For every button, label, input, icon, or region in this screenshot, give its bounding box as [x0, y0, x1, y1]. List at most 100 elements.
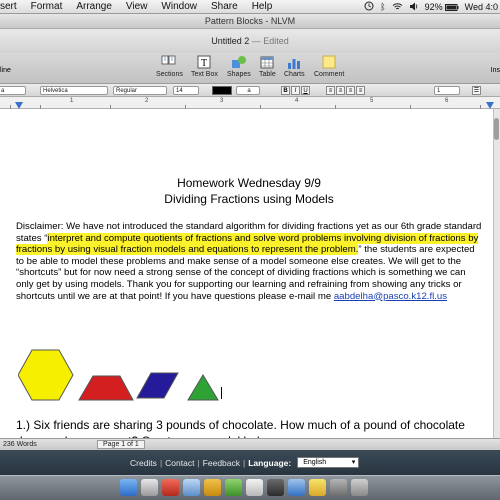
homework-subtitle: Dividing Fractions using Models	[164, 192, 334, 206]
preview-icon[interactable]	[141, 479, 158, 496]
safari-icon[interactable]	[288, 479, 305, 496]
browser-window-title: Pattern Blocks - NLVM	[0, 14, 500, 29]
table-button[interactable]: Table	[259, 54, 276, 78]
line-spacing-select[interactable]: 1	[434, 86, 460, 95]
language-select[interactable]: English	[297, 457, 360, 468]
menu-share[interactable]: Share	[204, 1, 245, 12]
svg-text:T: T	[201, 58, 207, 69]
align-center-button[interactable]: ≡	[336, 86, 345, 95]
red-trapezoid[interactable]	[78, 375, 134, 401]
align-right-button[interactable]: ≡	[346, 86, 355, 95]
shapes-icon	[231, 54, 247, 70]
itunes-icon[interactable]	[267, 479, 284, 496]
toolbar-left-label[interactable]: line	[0, 67, 11, 74]
website-footer: Credits | Contact | Feedback | Language:…	[0, 450, 500, 475]
document-body[interactable]: Homework Wednesday 9/9 Dividing Fraction…	[16, 175, 482, 302]
footer-links: Credits | Contact | Feedback | Language:…	[130, 457, 360, 468]
menu-format[interactable]: Format	[24, 1, 70, 12]
sections-button[interactable]: Sections	[156, 54, 183, 78]
table-label: Table	[259, 71, 276, 78]
text-box-button[interactable]: T Text Box	[191, 54, 218, 78]
bullets-button[interactable]: ☰	[472, 86, 481, 95]
footer-separator: |	[243, 457, 246, 468]
dock	[0, 475, 500, 500]
facetime-icon[interactable]	[225, 479, 242, 496]
charts-button[interactable]: Charts	[284, 54, 305, 78]
document-edited-status: — Edited	[251, 36, 289, 46]
yellow-hexagon[interactable]	[18, 349, 74, 401]
menu-clock[interactable]: Wed 4:0	[465, 2, 498, 12]
right-indent-marker-icon[interactable]	[486, 102, 494, 109]
charts-icon	[286, 54, 302, 70]
acrobat-icon[interactable]	[162, 479, 179, 496]
menu-view[interactable]: View	[119, 1, 155, 12]
contact-link[interactable]: Contact	[165, 458, 194, 468]
menu-window[interactable]: Window	[154, 1, 204, 12]
green-triangle[interactable]	[187, 374, 219, 401]
pages-icon[interactable]	[204, 479, 221, 496]
justify-button[interactable]: ≡	[356, 86, 365, 95]
text-color-well[interactable]	[212, 86, 232, 95]
scrollbar-thumb[interactable]	[494, 118, 499, 140]
feedback-link[interactable]: Feedback	[203, 458, 240, 468]
status-bar: 236 Words Page 1 of 1	[0, 438, 500, 450]
ruler-number: 4	[295, 98, 299, 104]
align-left-button[interactable]: ≡	[326, 86, 335, 95]
toolbar: line Sections T Text Box Shapes Table Ch…	[0, 53, 500, 84]
battery-icon	[444, 3, 459, 11]
word-count: 236 Words	[3, 441, 37, 448]
menu-help[interactable]: Help	[245, 1, 280, 12]
sections-icon	[161, 54, 177, 70]
text-insertion-caret	[221, 387, 222, 399]
ruler[interactable]: 1 2 3 4 5 6	[0, 97, 500, 109]
comment-button[interactable]: Comment	[314, 54, 344, 78]
underline-button[interactable]: U	[301, 86, 310, 95]
system-preferences-icon[interactable]	[330, 479, 347, 496]
language-label: Language:	[248, 457, 292, 468]
shapes-button[interactable]: Shapes	[227, 54, 251, 78]
toolbar-right-label[interactable]: Ins	[491, 67, 500, 74]
font-size-field[interactable]: 14	[173, 86, 199, 95]
footer-separator: |	[159, 457, 163, 468]
menu-arrange[interactable]: Arrange	[69, 1, 119, 12]
footer-separator: |	[197, 457, 200, 468]
volume-icon[interactable]	[409, 2, 419, 13]
calendar-icon[interactable]	[246, 479, 263, 496]
document-page[interactable]: Homework Wednesday 9/9 Dividing Fraction…	[0, 109, 500, 438]
bold-button[interactable]: B	[281, 86, 290, 95]
left-indent-marker-icon[interactable]	[15, 102, 23, 109]
menu-bar: sert Format Arrange View Window Share He…	[0, 0, 500, 14]
comment-label: Comment	[314, 71, 345, 78]
text-box-icon: T	[196, 54, 212, 70]
credits-link[interactable]: Credits	[130, 458, 157, 468]
italic-button[interactable]: I	[291, 86, 300, 95]
trash-icon[interactable]	[351, 479, 368, 496]
font-family-select[interactable]: Helvetica	[40, 86, 108, 95]
ruler-number: 3	[220, 98, 224, 104]
blue-rhombus[interactable]	[136, 372, 179, 399]
battery-percent: 92%	[424, 2, 443, 12]
app-store-icon[interactable]	[183, 479, 200, 496]
time-machine-icon[interactable]	[364, 1, 374, 13]
menu-extras: ᛒ 92% Wed 4:0	[364, 0, 500, 14]
screen: sert Format Arrange View Window Share He…	[0, 0, 500, 500]
text-box-label: Text Box	[191, 71, 218, 78]
bluetooth-icon[interactable]: ᛒ	[380, 2, 385, 12]
vertical-scrollbar[interactable]	[493, 109, 500, 438]
typeface-select[interactable]: Regular	[113, 86, 167, 95]
notes-icon[interactable]	[309, 479, 326, 496]
battery-status[interactable]: 92%	[425, 2, 459, 12]
finder-icon[interactable]	[120, 479, 137, 496]
charts-label: Charts	[284, 71, 305, 78]
paragraph-style-select[interactable]: a	[0, 86, 26, 95]
email-link[interactable]: aabdelha@pasco.k12.fl.us	[334, 291, 447, 302]
homework-title: Homework Wednesday 9/9	[177, 176, 321, 190]
pattern-blocks	[18, 349, 219, 401]
comment-icon	[321, 54, 337, 70]
wifi-icon[interactable]	[392, 2, 403, 13]
menu-insert[interactable]: sert	[0, 1, 24, 12]
ruler-number: 1	[70, 98, 74, 104]
highlight-color-well[interactable]: a	[236, 86, 260, 95]
page-navigator[interactable]: Page 1 of 1	[97, 440, 145, 449]
disclaimer-paragraph: Disclaimer: We have not introduced the s…	[16, 221, 482, 302]
